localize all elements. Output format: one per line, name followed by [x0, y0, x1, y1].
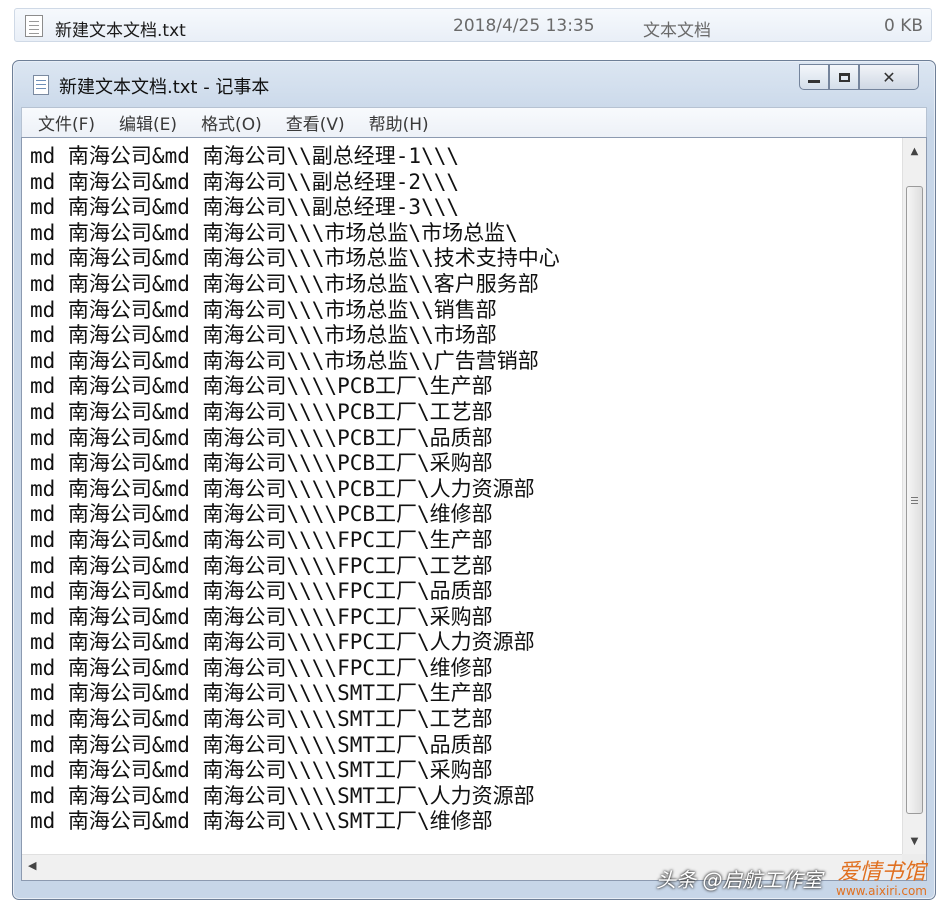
- text-line[interactable]: md 南海公司&md 南海公司\\\市场总监\\广告营销部: [30, 349, 900, 375]
- maximize-button[interactable]: [829, 64, 859, 90]
- text-line[interactable]: md 南海公司&md 南海公司\\\\FPC工厂\工艺部: [30, 554, 900, 580]
- menu-help[interactable]: 帮助(H): [369, 110, 429, 135]
- text-line[interactable]: md 南海公司&md 南海公司\\\市场总监\\技术支持中心: [30, 246, 900, 272]
- site-watermark-title: 爱情书馆: [837, 860, 926, 885]
- text-line[interactable]: md 南海公司&md 南海公司\\\\SMT工厂\人力资源部: [30, 784, 900, 810]
- close-button[interactable]: ✕: [859, 64, 919, 90]
- text-line[interactable]: md 南海公司&md 南海公司\\\\FPC工厂\生产部: [30, 528, 900, 554]
- text-line[interactable]: md 南海公司&md 南海公司\\\市场总监\市场总监\: [30, 221, 900, 247]
- scroll-down-icon[interactable]: ▼: [903, 830, 926, 852]
- notepad-icon[interactable]: [33, 75, 49, 95]
- watermark-text: 头条 @启航工作室: [656, 868, 823, 892]
- scroll-up-icon[interactable]: ▲: [903, 140, 926, 162]
- scrollbar-thumb[interactable]: [906, 186, 923, 814]
- text-line[interactable]: md 南海公司&md 南海公司\\\\SMT工厂\维修部: [30, 809, 900, 835]
- text-line[interactable]: md 南海公司&md 南海公司\\\\SMT工厂\采购部: [30, 758, 900, 784]
- file-modified-date: 2018/4/25 13:35: [453, 16, 595, 36]
- text-line[interactable]: md 南海公司&md 南海公司\\\市场总监\\客户服务部: [30, 272, 900, 298]
- grip-icon: [911, 496, 918, 504]
- notepad-window: 新建文本文档.txt - 记事本 ✕ 文件(F) 编辑(E) 格式(O) 查看(…: [12, 60, 936, 900]
- minimize-button[interactable]: [799, 64, 829, 90]
- text-line[interactable]: md 南海公司&md 南海公司\\\\FPC工厂\维修部: [30, 656, 900, 682]
- menu-bar: 文件(F) 编辑(E) 格式(O) 查看(V) 帮助(H): [21, 107, 927, 137]
- text-line[interactable]: md 南海公司&md 南海公司\\副总经理-1\\\: [30, 144, 900, 170]
- text-line[interactable]: md 南海公司&md 南海公司\\副总经理-2\\\: [30, 170, 900, 196]
- document-text[interactable]: md 南海公司&md 南海公司\\副总经理-1\\\ md 南海公司&md 南海公…: [30, 144, 900, 854]
- window-controls: ✕: [799, 64, 919, 90]
- menu-edit[interactable]: 编辑(E): [119, 110, 177, 135]
- text-line[interactable]: md 南海公司&md 南海公司\\\\PCB工厂\人力资源部: [30, 477, 900, 503]
- text-line[interactable]: md 南海公司&md 南海公司\\\\FPC工厂\品质部: [30, 579, 900, 605]
- text-line[interactable]: md 南海公司&md 南海公司\\\\SMT工厂\工艺部: [30, 707, 900, 733]
- maximize-icon: [838, 72, 850, 82]
- text-line[interactable]: md 南海公司&md 南海公司\\\\PCB工厂\维修部: [30, 502, 900, 528]
- menu-file[interactable]: 文件(F): [38, 110, 95, 135]
- text-line[interactable]: md 南海公司&md 南海公司\\副总经理-3\\\: [30, 195, 900, 221]
- text-line[interactable]: md 南海公司&md 南海公司\\\\PCB工厂\生产部: [30, 374, 900, 400]
- close-icon: ✕: [882, 67, 896, 87]
- text-line[interactable]: md 南海公司&md 南海公司\\\\SMT工厂\品质部: [30, 733, 900, 759]
- text-line[interactable]: md 南海公司&md 南海公司\\\\PCB工厂\工艺部: [30, 400, 900, 426]
- text-editor[interactable]: md 南海公司&md 南海公司\\副总经理-1\\\ md 南海公司&md 南海公…: [21, 137, 927, 881]
- file-list-row[interactable]: 新建文本文档.txt 2018/4/25 13:35 文本文档 0 KB: [14, 8, 932, 42]
- scroll-left-icon[interactable]: ◀: [28, 859, 36, 872]
- text-line[interactable]: md 南海公司&md 南海公司\\\\SMT工厂\生产部: [30, 681, 900, 707]
- vertical-scrollbar[interactable]: ▲ ▼: [902, 138, 926, 854]
- text-line[interactable]: md 南海公司&md 南海公司\\\市场总监\\市场部: [30, 323, 900, 349]
- site-watermark-url: www.aixiri.com: [836, 884, 927, 898]
- minimize-icon: [808, 79, 820, 83]
- file-type: 文本文档: [643, 21, 711, 41]
- text-line[interactable]: md 南海公司&md 南海公司\\\市场总监\\销售部: [30, 298, 900, 324]
- text-line[interactable]: md 南海公司&md 南海公司\\\\PCB工厂\采购部: [30, 451, 900, 477]
- file-size: 0 KB: [883, 16, 923, 36]
- site-watermark: 爱情书馆 www.aixiri.com: [836, 860, 927, 899]
- text-file-icon: [25, 15, 43, 37]
- text-line[interactable]: md 南海公司&md 南海公司\\\\PCB工厂\品质部: [30, 426, 900, 452]
- text-line[interactable]: md 南海公司&md 南海公司\\\\FPC工厂\人力资源部: [30, 630, 900, 656]
- menu-format[interactable]: 格式(O): [201, 110, 262, 135]
- text-line[interactable]: md 南海公司&md 南海公司\\\\FPC工厂\采购部: [30, 605, 900, 631]
- window-title: 新建文本文档.txt - 记事本: [59, 77, 270, 98]
- file-name: 新建文本文档.txt: [55, 21, 186, 41]
- menu-view[interactable]: 查看(V): [286, 110, 345, 135]
